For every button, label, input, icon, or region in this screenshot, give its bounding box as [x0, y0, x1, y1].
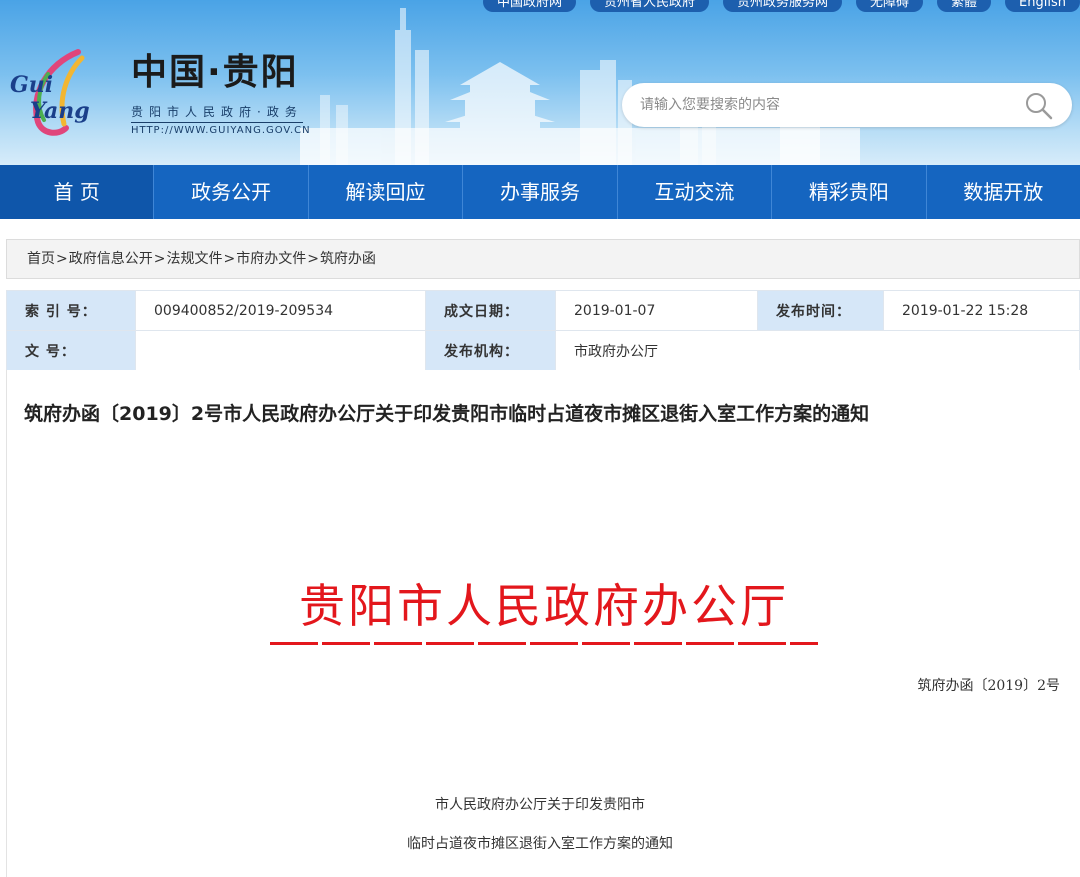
search-icon[interactable] — [1024, 91, 1054, 121]
svg-text:Gui: Gui — [10, 72, 53, 98]
breadcrumb: 首页 > 政府信息公开 > 法规文件 > 市府办文件 > 筑府办函 — [6, 239, 1080, 279]
top-link-accessibility[interactable]: 无障碍 — [856, 0, 924, 12]
svg-text:Yang: Yang — [30, 98, 90, 124]
red-org-header: 贵阳市人民政府办公厅 — [299, 579, 789, 633]
document-meta-table: 索 引 号： 009400852/2019-209534 成文日期： 2019-… — [6, 290, 1080, 371]
index-number-value: 009400852/2019-209534 — [135, 290, 426, 331]
publishing-org-label: 发布机构： — [425, 330, 556, 371]
document-number: 筑府办函〔2019〕2号 — [917, 678, 1060, 694]
site-title: 中国·贵阳 — [131, 52, 299, 93]
site-subtitle: 贵阳市人民政府·政务 — [131, 104, 303, 123]
nav-item-open-data[interactable]: 数据开放 — [927, 165, 1080, 219]
breadcrumb-city-office-docs[interactable]: 市府办文件 — [236, 240, 306, 278]
meta-row: 文 号： 发布机构： 市政府办公厅 — [6, 330, 1080, 371]
red-header-rule — [270, 642, 818, 645]
publish-time-label: 发布时间： — [757, 290, 884, 331]
notice-subtitle-line-2: 临时占道夜市摊区退街入室工作方案的通知 — [407, 836, 673, 852]
top-links-bar: 中国政府网 贵州省人民政府 贵州政务服务网 无障碍 繁體 English — [482, 0, 1080, 12]
search-input[interactable] — [640, 83, 1020, 127]
breadcrumb-separator: > — [223, 251, 236, 267]
main-navigation: 首 页 政务公开 解读回应 办事服务 互动交流 精彩贵阳 数据开放 — [0, 165, 1080, 219]
nav-item-wonderful-guiyang[interactable]: 精彩贵阳 — [772, 165, 927, 219]
site-header: 中国政府网 贵州省人民政府 贵州政务服务网 无障碍 繁體 English Gui… — [0, 0, 1080, 165]
notice-subtitle-line-1: 市人民政府办公厅关于印发贵阳市 — [435, 797, 645, 813]
publishing-org-value: 市政府办公厅 — [555, 330, 1080, 371]
top-link-english[interactable]: English — [1005, 0, 1080, 12]
nav-item-gov-affairs[interactable]: 政务公开 — [154, 165, 309, 219]
breadcrumb-gov-info[interactable]: 政府信息公开 — [69, 240, 153, 278]
breadcrumb-separator: > — [307, 251, 319, 267]
document-number-label: 文 号： — [6, 330, 136, 371]
site-url: HTTP://WWW.GUIYANG.GOV.CN — [131, 125, 311, 136]
search-box — [622, 83, 1072, 127]
top-link-guizhou-gov[interactable]: 贵州省人民政府 — [589, 0, 709, 12]
nav-item-services[interactable]: 办事服务 — [463, 165, 618, 219]
publish-time-value: 2019-01-22 15:28 — [883, 290, 1080, 331]
top-link-china-gov[interactable]: 中国政府网 — [482, 0, 576, 12]
guiyang-logo-icon[interactable]: Gui Yang — [8, 44, 120, 140]
nav-item-home[interactable]: 首 页 — [0, 165, 155, 219]
breadcrumb-separator: > — [56, 251, 68, 267]
breadcrumb-regulations[interactable]: 法规文件 — [166, 240, 222, 278]
nav-item-interaction[interactable]: 互动交流 — [618, 165, 773, 219]
top-link-guizhou-service[interactable]: 贵州政务服务网 — [723, 0, 843, 12]
written-date-value: 2019-01-07 — [555, 290, 758, 331]
index-number-label: 索 引 号： — [6, 290, 136, 331]
breadcrumb-current[interactable]: 筑府办函 — [320, 240, 376, 278]
top-link-traditional-chinese[interactable]: 繁體 — [937, 0, 992, 12]
meta-row: 索 引 号： 009400852/2019-209534 成文日期： 2019-… — [6, 290, 1080, 331]
nav-item-interpretation[interactable]: 解读回应 — [309, 165, 464, 219]
breadcrumb-separator: > — [153, 251, 166, 267]
document-number-value — [135, 330, 426, 371]
document-title: 筑府办函〔2019〕2号市人民政府办公厅关于印发贵阳市临时占道夜市摊区退街入室工… — [24, 403, 870, 425]
breadcrumb-home[interactable]: 首页 — [27, 240, 55, 278]
written-date-label: 成文日期： — [425, 290, 556, 331]
